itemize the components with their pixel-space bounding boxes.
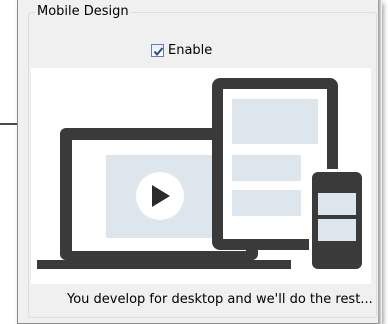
phone-icon [309,169,365,272]
connector-line [0,123,17,125]
enable-label: Enable [168,42,213,58]
mobile-design-panel: Mobile Design Enable You develop for des… [17,0,380,324]
devices-illustration [31,68,371,284]
checkmark-icon [153,46,164,56]
groupbox-title: Mobile Design [35,3,131,21]
panel-shadow-edge [378,0,382,324]
enable-checkbox-row[interactable]: Enable [151,41,212,59]
enable-checkbox[interactable] [151,43,164,57]
caption-text: You develop for desktop and we'll do the… [67,292,373,307]
play-icon [136,172,184,220]
